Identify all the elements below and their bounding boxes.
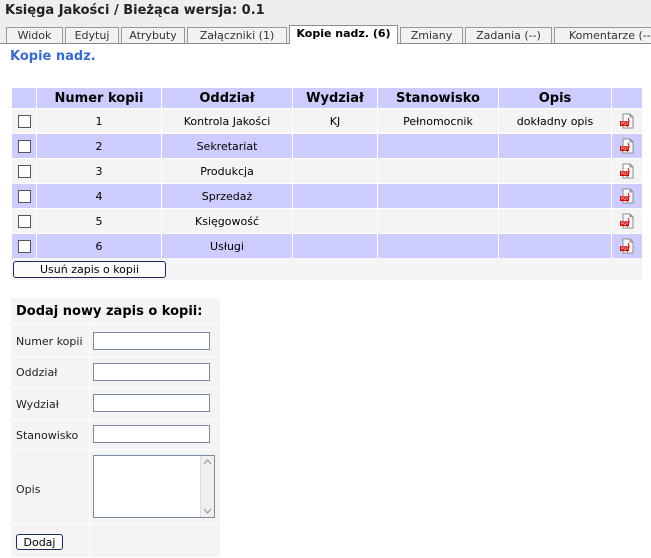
tab-komentarze[interactable]: Komentarze (-- <box>554 27 651 43</box>
header-opis: Opis <box>499 88 611 108</box>
cell-oddzial: Sekretariat <box>162 134 292 158</box>
cell-opis <box>499 159 611 183</box>
cell-wydzial <box>293 184 377 208</box>
oddzial-input[interactable] <box>93 363 210 381</box>
tab-edytuj[interactable]: Edytuj <box>65 27 119 43</box>
delete-copy-button[interactable]: Usuń zapis o kopii <box>13 261 166 278</box>
table-row: 2 Sekretariat PDF <box>12 134 642 158</box>
opis-textarea[interactable] <box>93 455 215 518</box>
table-row: 4 Sprzedaż PDF <box>12 184 642 208</box>
numer-kopii-input[interactable] <box>93 332 210 350</box>
cell-stanowisko <box>378 234 498 258</box>
cell-stanowisko <box>378 134 498 158</box>
page-title: Księga Jakości / Bieżąca wersja: 0.1 <box>0 0 651 26</box>
cell-opis <box>499 134 611 158</box>
cell-opis <box>499 209 611 233</box>
cell-opis: dokładny opis <box>499 109 611 133</box>
wydzial-input[interactable] <box>93 394 210 412</box>
scroll-up-icon <box>203 459 212 465</box>
row-checkbox[interactable] <box>17 139 31 153</box>
cell-stanowisko <box>378 184 498 208</box>
form-title: Dodaj nowy zapis o kopii: <box>16 304 203 319</box>
tab-bar: Widok Edytuj Atrybuty Załączniki (1) Kop… <box>0 25 651 44</box>
cell-stanowisko <box>378 209 498 233</box>
tab-zmiany[interactable]: Zmiany <box>400 27 463 43</box>
cell-opis <box>499 234 611 258</box>
cell-numer: 4 <box>37 184 161 208</box>
scroll-down-icon <box>203 508 212 514</box>
cell-oddzial: Sprzedaż <box>162 184 292 208</box>
wydzial-label: Wydział <box>16 398 59 411</box>
stanowisko-label: Stanowisko <box>16 429 79 442</box>
cell-oddzial: Produkcja <box>162 159 292 183</box>
row-checkbox[interactable] <box>17 239 31 253</box>
row-checkbox[interactable] <box>17 164 31 178</box>
header-numer-kopii: Numer kopii <box>37 88 161 108</box>
header-icon-col <box>612 88 642 108</box>
pdf-icon[interactable]: PDF <box>619 213 635 229</box>
tab-widok[interactable]: Widok <box>6 27 63 43</box>
cell-numer: 6 <box>37 234 161 258</box>
tab-zadania[interactable]: Zadania (--) <box>465 27 552 43</box>
cell-opis <box>499 184 611 208</box>
cell-wydzial <box>293 134 377 158</box>
header-stanowisko: Stanowisko <box>378 88 498 108</box>
pdf-icon[interactable]: PDF <box>619 238 635 254</box>
header-oddzial: Oddział <box>162 88 292 108</box>
copies-table: Numer kopii Oddział Wydział Stanowisko O… <box>11 87 643 259</box>
row-checkbox[interactable] <box>17 189 31 203</box>
pdf-icon[interactable]: PDF <box>619 138 635 154</box>
cell-oddzial: Kontrola Jakości <box>162 109 292 133</box>
cell-numer: 2 <box>37 134 161 158</box>
tab-kopie[interactable]: Kopie nadz. (6) <box>289 25 398 44</box>
cell-wydzial <box>293 209 377 233</box>
cell-numer: 3 <box>37 159 161 183</box>
cell-wydzial: KJ <box>293 109 377 133</box>
table-row: 3 Produkcja PDF <box>12 159 642 183</box>
cell-oddzial: Usługi <box>162 234 292 258</box>
table-header-row: Numer kopii Oddział Wydział Stanowisko O… <box>12 88 642 108</box>
cell-numer: 1 <box>37 109 161 133</box>
cell-stanowisko <box>378 159 498 183</box>
page-title-text: Księga Jakości / Bieżąca wersja: 0.1 <box>5 3 265 18</box>
cell-wydzial <box>293 234 377 258</box>
cell-stanowisko: Pełnomocnik <box>378 109 498 133</box>
header-wydzial: Wydział <box>293 88 377 108</box>
table-row: 6 Usługi PDF <box>12 234 642 258</box>
oddzial-label: Oddział <box>16 366 58 379</box>
textarea-scrollbar[interactable] <box>200 456 214 517</box>
stanowisko-input[interactable] <box>93 425 210 443</box>
tab-atrybuty[interactable]: Atrybuty <box>121 27 185 43</box>
table-row: 5 Księgowość PDF <box>12 209 642 233</box>
section-title: Kopie nadz. <box>10 49 96 64</box>
pdf-icon[interactable]: PDF <box>619 113 635 129</box>
opis-label: Opis <box>16 483 41 496</box>
header-checkbox-col <box>12 88 36 108</box>
cell-numer: 5 <box>37 209 161 233</box>
cell-wydzial <box>293 159 377 183</box>
add-button[interactable]: Dodaj <box>16 534 63 550</box>
tab-zalaczniki[interactable]: Załączniki (1) <box>187 27 287 43</box>
cell-oddzial: Księgowość <box>162 209 292 233</box>
add-copy-form: Dodaj nowy zapis o kopii: Numer kopii Od… <box>11 298 220 558</box>
row-checkbox[interactable] <box>17 214 31 228</box>
pdf-icon[interactable]: PDF <box>619 163 635 179</box>
table-actions-row: Usuń zapis o kopii <box>11 258 642 280</box>
numer-kopii-label: Numer kopii <box>16 335 83 348</box>
pdf-icon[interactable]: PDF <box>619 188 635 204</box>
table-row: 1 Kontrola Jakości KJ Pełnomocnik dokład… <box>12 109 642 133</box>
row-checkbox[interactable] <box>17 114 31 128</box>
